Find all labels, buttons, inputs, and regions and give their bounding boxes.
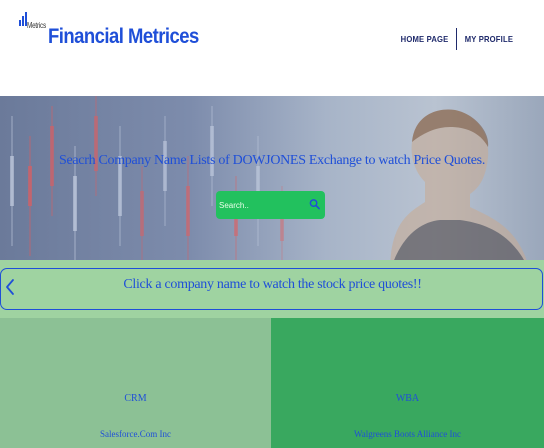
logo-text: Metrics — [27, 21, 46, 30]
hero-banner: Seacrh Company Name Lists of DOWJONES Ex… — [0, 96, 544, 260]
prompt-bar: Click a company name to watch the stock … — [0, 268, 543, 310]
hero-title: Seacrh Company Name Lists of DOWJONES Ex… — [58, 153, 486, 168]
company-card[interactable]: CRM Salesforce.Com Inc — [0, 318, 271, 448]
search-input[interactable] — [219, 198, 307, 212]
site-header: Metrics Financial Metrices HOME PAGE MY … — [0, 0, 544, 96]
logo-icon[interactable]: Metrics — [18, 12, 46, 48]
company-name[interactable]: Walgreens Boots Alliance Inc — [271, 429, 544, 439]
company-symbol[interactable]: CRM — [0, 393, 271, 404]
businessman-background-image — [390, 109, 527, 260]
nav-home-link[interactable]: HOME PAGE — [401, 34, 449, 44]
company-card[interactable]: WBA Walgreens Boots Alliance Inc — [271, 318, 544, 448]
prompt-text: Click a company name to watch the stock … — [123, 277, 422, 292]
brand-name[interactable]: Financial Metrices — [48, 25, 199, 49]
company-list: CRM Salesforce.Com Inc WBA Walgreens Boo… — [0, 318, 544, 448]
prompt-section: Click a company name to watch the stock … — [0, 260, 544, 318]
company-name[interactable]: Salesforce.Com Inc — [0, 429, 271, 439]
nav-profile-link[interactable]: MY PROFILE — [465, 34, 513, 44]
search-icon[interactable] — [309, 198, 320, 210]
company-symbol[interactable]: WBA — [271, 393, 544, 404]
nav-divider — [456, 28, 458, 50]
candlestick-background-image — [10, 96, 284, 260]
search-box — [216, 191, 325, 219]
top-nav: HOME PAGE MY PROFILE — [398, 28, 516, 50]
